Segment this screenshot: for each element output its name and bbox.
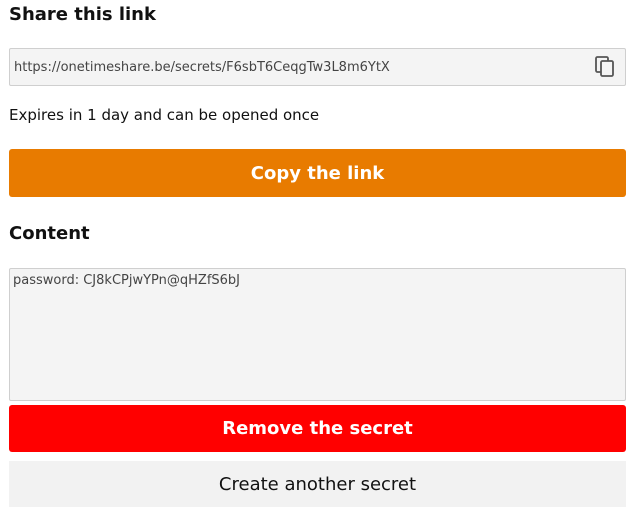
share-heading: Share this link — [9, 4, 156, 25]
share-link-field[interactable]: https://onetimeshare.be/secrets/F6sbT6Ce… — [9, 48, 626, 86]
create-another-secret-button[interactable]: Create another secret — [9, 461, 626, 507]
remove-secret-button[interactable]: Remove the secret — [9, 405, 626, 452]
expiry-notice: Expires in 1 day and can be opened once — [9, 106, 320, 124]
secret-content-field[interactable]: password: CJ8kCPjwYPn@qHZfS6bJ — [9, 268, 626, 401]
copy-link-button[interactable]: Copy the link — [9, 149, 626, 197]
share-link-url[interactable]: https://onetimeshare.be/secrets/F6sbT6Ce… — [10, 60, 592, 75]
copy-icon[interactable] — [592, 53, 618, 81]
content-heading: Content — [9, 223, 90, 244]
